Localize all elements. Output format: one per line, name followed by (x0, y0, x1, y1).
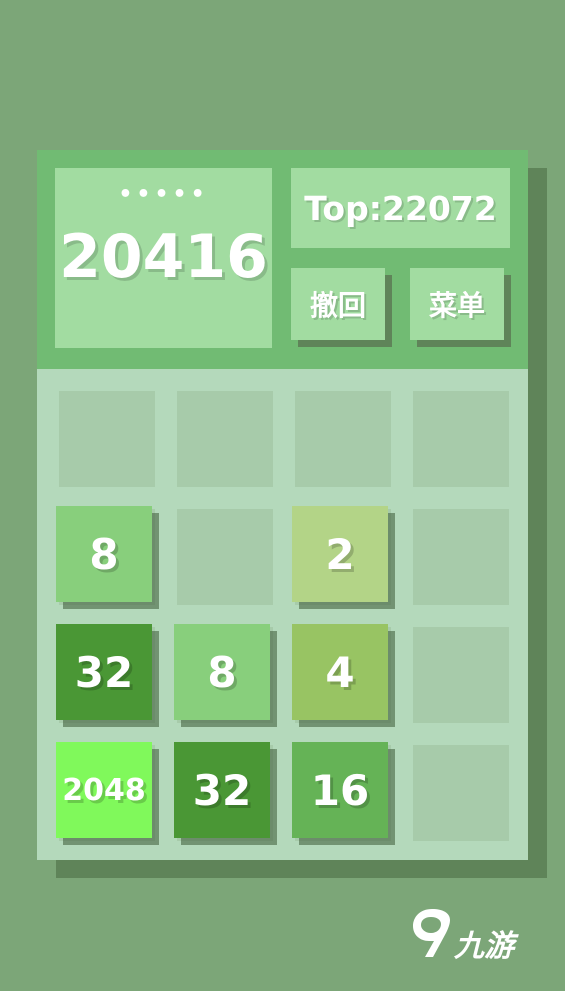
score-box: ••••• 20416 (55, 168, 272, 348)
watermark-logo: 九游 (408, 905, 538, 965)
menu-button[interactable]: 菜单 (410, 268, 504, 340)
game-header: ••••• 20416 Top:22072 撤回 菜单 (37, 150, 528, 369)
board-cell (413, 509, 509, 605)
board-cell (59, 391, 155, 487)
board-cell (295, 391, 391, 487)
tile-32: 32 (56, 624, 152, 720)
top-score: Top:22072 (291, 168, 510, 248)
game-panel: ••••• 20416 Top:22072 撤回 菜单 8 2 32 8 4 2048 32… (37, 150, 528, 860)
tile-16: 16 (292, 742, 388, 838)
tile-8: 8 (174, 624, 270, 720)
tile-32: 32 (174, 742, 270, 838)
tile-4: 4 (292, 624, 388, 720)
game-board[interactable]: 8 2 32 8 4 2048 32 16 (37, 369, 528, 860)
tile-8: 8 (56, 506, 152, 602)
board-cell (177, 391, 273, 487)
watermark-text: 九游 (454, 929, 514, 964)
undo-button[interactable]: 撤回 (291, 268, 385, 340)
board-cell (177, 509, 273, 605)
board-cell (413, 627, 509, 723)
board-cell (413, 745, 509, 841)
9game-logo-icon (413, 909, 450, 957)
board-cell (413, 391, 509, 487)
tile-2048: 2048 (56, 742, 152, 838)
tile-2: 2 (292, 506, 388, 602)
score-dots: ••••• (118, 182, 209, 207)
current-score: 20416 (59, 222, 268, 292)
